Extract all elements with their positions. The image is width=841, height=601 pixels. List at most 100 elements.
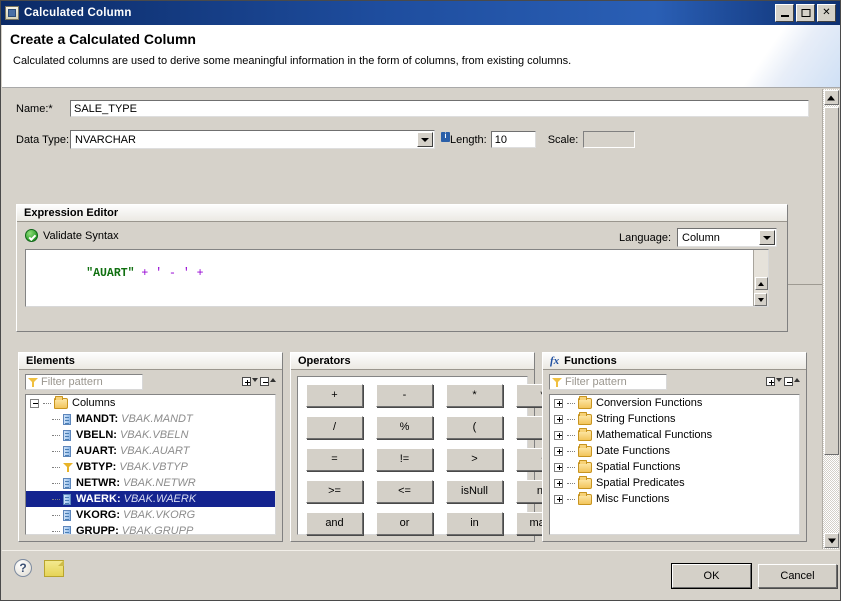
scroll-down-icon[interactable] <box>754 293 767 306</box>
functions-category-label: Conversion Functions <box>596 397 703 409</box>
folder-icon <box>578 411 592 425</box>
tree-node-auart[interactable]: AUART: VBAK.AUART <box>26 443 275 459</box>
dialog-scrollbar[interactable] <box>822 89 839 549</box>
tree-node-waerk[interactable]: WAERK: VBAK.WAERK <box>26 491 275 507</box>
funnel-icon <box>28 377 38 387</box>
tree-node-netwr[interactable]: NETWR: VBAK.NETWR <box>26 475 275 491</box>
element-name: AUART: <box>76 445 117 457</box>
element-reference: VBAK.AUART <box>119 445 190 457</box>
operator-button-[interactable]: <= <box>376 480 433 503</box>
operator-button-or[interactable]: or <box>376 512 433 535</box>
operator-button-[interactable]: - <box>376 384 433 407</box>
functions-category-misc-functions[interactable]: Misc Functions <box>550 491 799 507</box>
tree-dots <box>567 450 575 452</box>
collapse-all-icon[interactable] <box>784 376 800 388</box>
name-input[interactable] <box>70 100 809 117</box>
expand-all-icon[interactable] <box>242 376 258 388</box>
scroll-up-icon[interactable] <box>754 277 768 290</box>
tree-node-columns-root[interactable]: Columns <box>26 395 275 411</box>
elements-tree[interactable]: Columns MANDT: VBAK.MANDT VBELN: VBAK.VBELN… <box>25 394 276 535</box>
expand-expander-icon[interactable] <box>554 446 563 456</box>
expand-expander-icon[interactable] <box>554 462 563 472</box>
cancel-button[interactable]: Cancel <box>758 564 837 588</box>
note-icon[interactable] <box>44 560 64 577</box>
scale-input[interactable] <box>583 131 636 148</box>
elements-filter-input[interactable]: Filter pattern <box>25 374 143 390</box>
tree-dots <box>52 466 60 468</box>
language-select[interactable]: Column Engine <box>677 228 777 260</box>
folder-icon <box>578 395 592 409</box>
operator-button-[interactable]: + <box>306 384 363 407</box>
expression-token-operator-1: + <box>134 267 156 280</box>
help-icon[interactable]: ? <box>14 559 32 577</box>
tree-node-grupp[interactable]: GRUPP: VBAK.GRUPP <box>26 523 275 535</box>
calculated-column-dialog: Calculated Column ✕ Create a Calculated … <box>0 0 841 601</box>
functions-category-spatial-functions[interactable]: Spatial Functions <box>550 459 799 475</box>
functions-filter-row: Filter pattern <box>549 374 800 390</box>
scroll-down-icon[interactable] <box>824 533 839 548</box>
functions-panel: fx Functions Filter pattern Conversion F… <box>542 352 807 542</box>
length-input[interactable] <box>490 131 536 148</box>
expression-editor-group: Expression Editor Validate Syntax Langua… <box>16 204 788 332</box>
tree-node-vkorg[interactable]: VKORG: VBAK.VKORG <box>26 507 275 523</box>
datatype-label: Data Type: <box>16 133 69 146</box>
expand-expander-icon[interactable] <box>554 398 563 408</box>
folder-icon <box>54 395 68 409</box>
functions-filter-input[interactable]: Filter pattern <box>549 374 667 390</box>
tree-dots <box>52 514 60 516</box>
close-button[interactable]: ✕ <box>817 4 836 22</box>
element-reference: VBAK.VKORG <box>123 509 196 521</box>
tree-dots <box>567 418 575 420</box>
operator-button-and[interactable]: and <box>306 512 363 535</box>
minimize-button[interactable] <box>775 4 794 22</box>
tree-node-vbeln[interactable]: VBELN: VBAK.VBELN <box>26 427 275 443</box>
operator-button-[interactable]: >= <box>306 480 363 503</box>
window-titlebar: Calculated Column ✕ <box>1 1 840 25</box>
name-label: Name:* <box>16 102 53 115</box>
functions-category-label: Date Functions <box>596 445 670 457</box>
scroll-up-icon[interactable] <box>823 90 839 105</box>
expand-expander-icon[interactable] <box>554 494 563 504</box>
tree-node-vbtyp[interactable]: VBTYP: VBAK.VBTYP <box>26 459 275 475</box>
window-controls: ✕ <box>775 4 838 22</box>
collapse-expander-icon[interactable] <box>30 398 39 408</box>
operator-button-[interactable]: / <box>306 416 363 439</box>
expand-expander-icon[interactable] <box>554 430 563 440</box>
tree-node-mandt[interactable]: MANDT: VBAK.MANDT <box>26 411 275 427</box>
tree-dots <box>52 418 60 420</box>
scrollbar-thumb[interactable] <box>824 107 839 455</box>
expand-expander-icon[interactable] <box>554 414 563 424</box>
datatype-select[interactable]: NVARCHAR <box>70 130 435 149</box>
expand-expander-icon[interactable] <box>554 478 563 488</box>
tree-dots <box>52 450 60 452</box>
expand-all-icon[interactable] <box>766 376 782 388</box>
operator-button-isNull[interactable]: isNull <box>446 480 503 503</box>
chevron-down-icon[interactable] <box>417 132 433 147</box>
operator-button-[interactable]: > <box>446 448 503 471</box>
operator-button-[interactable]: ( <box>446 416 503 439</box>
tree-dots <box>567 402 575 404</box>
expression-textarea[interactable]: "AUART" + ' - ' + <box>25 249 769 307</box>
operator-button-in[interactable]: in <box>446 512 503 535</box>
operator-button-[interactable]: % <box>376 416 433 439</box>
tree-dots <box>567 498 575 500</box>
elements-filter-row: Filter pattern <box>25 374 276 390</box>
validate-syntax-action[interactable]: Validate Syntax <box>25 229 119 242</box>
operator-button-[interactable]: != <box>376 448 433 471</box>
datatype-row: Data Type: NVARCHAR i Length: Scale: <box>16 130 636 149</box>
functions-category-date-functions[interactable]: Date Functions <box>550 443 799 459</box>
maximize-button[interactable] <box>796 4 815 22</box>
functions-category-conversion-functions[interactable]: Conversion Functions <box>550 395 799 411</box>
functions-category-spatial-predicates[interactable]: Spatial Predicates <box>550 475 799 491</box>
ok-button[interactable]: OK <box>671 563 752 589</box>
functions-tree[interactable]: Conversion Functions String Functions Math… <box>549 394 800 535</box>
element-name: GRUPP: <box>76 525 119 535</box>
operator-button-[interactable]: = <box>306 448 363 471</box>
expression-scrollbar[interactable] <box>753 250 768 306</box>
functions-category-mathematical-functions[interactable]: Mathematical Functions <box>550 427 799 443</box>
collapse-all-icon[interactable] <box>260 376 276 388</box>
operator-button-[interactable]: * <box>446 384 503 407</box>
chevron-down-icon[interactable] <box>759 230 775 245</box>
functions-list: Conversion Functions String Functions Math… <box>550 395 799 507</box>
functions-category-string-functions[interactable]: String Functions <box>550 411 799 427</box>
